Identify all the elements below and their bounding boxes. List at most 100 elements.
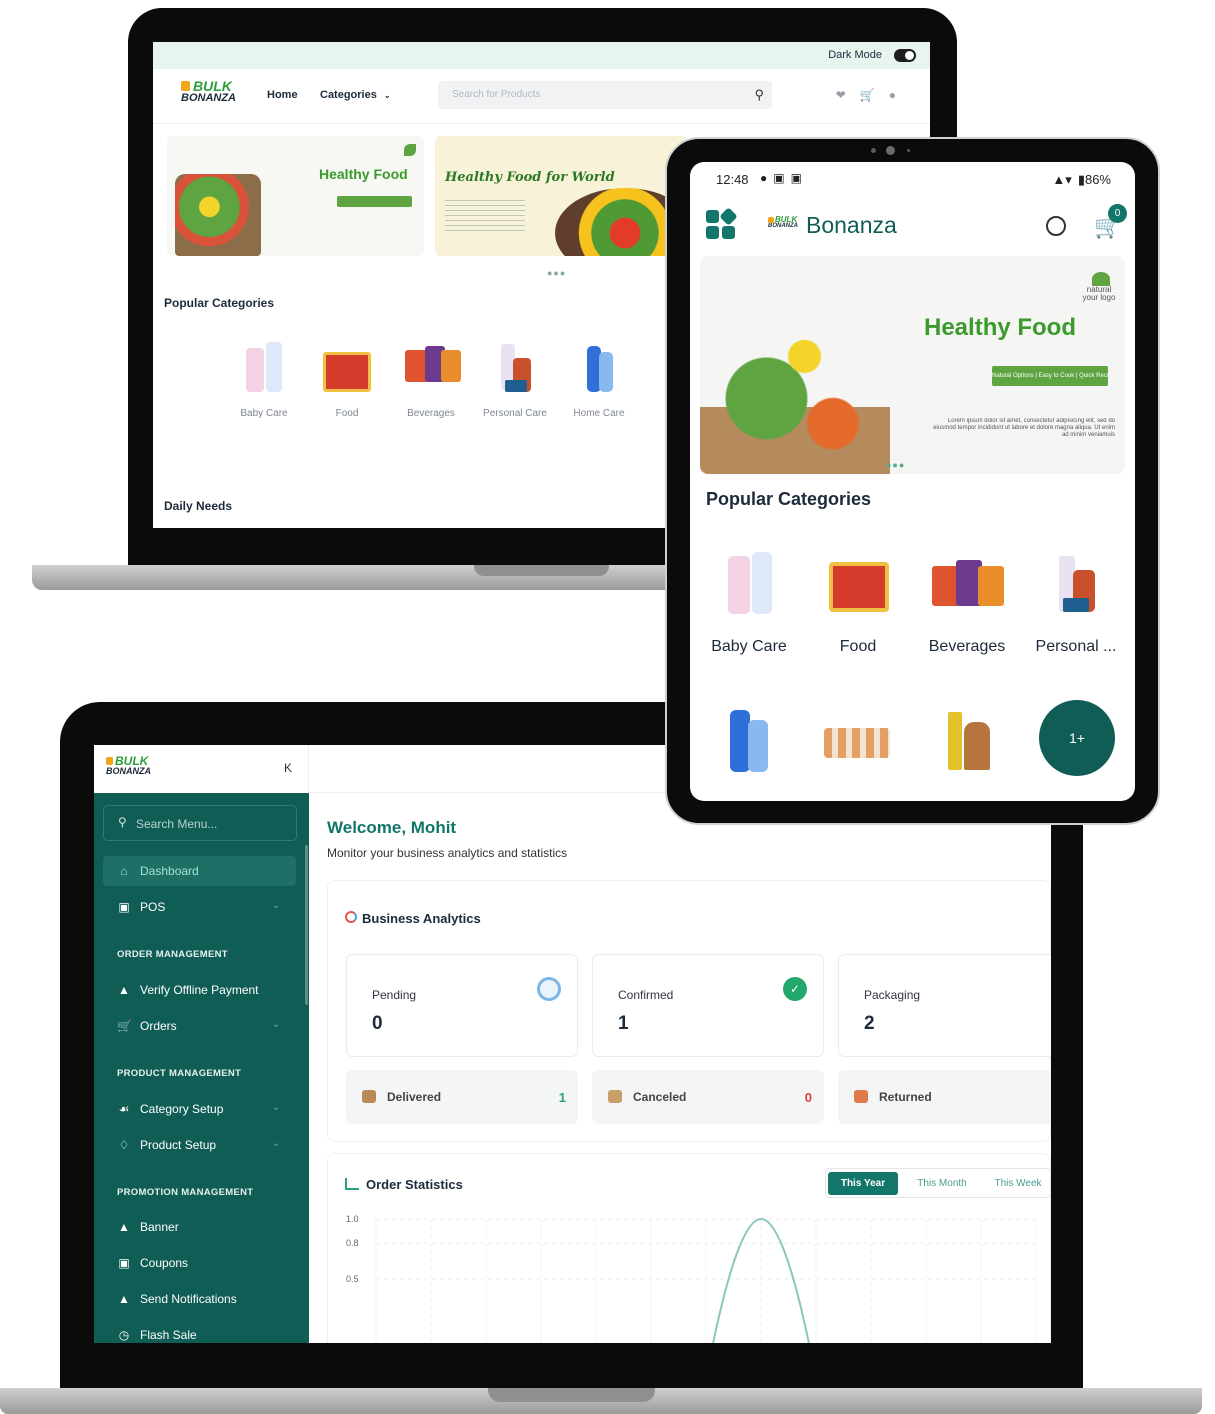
admin-dashboard-screen: BULK BONANZA K ⚲ Search Menu... ⌂ Dashbo… <box>94 745 1051 1343</box>
stat-card-returned[interactable]: Returned <box>838 1070 1051 1124</box>
wishlist-icon[interactable]: ❤ <box>836 88 860 102</box>
more-categories-button[interactable]: 1+ <box>1039 700 1115 776</box>
popular-categories-title: Popular Categories <box>164 296 275 310</box>
stat-label: Pending <box>372 988 417 1002</box>
storefront-topbar: Dark Mode <box>153 42 930 69</box>
product-search[interactable]: Search for Products ⚲ <box>438 81 772 109</box>
chevron-down-icon: ⌄ <box>271 1102 280 1113</box>
menu-search-placeholder: Search Menu... <box>136 817 218 831</box>
tab-this-week[interactable]: This Week <box>986 1172 1050 1195</box>
order-statistics-chart: 1.0 0.8 0.5 <box>346 1214 1037 1343</box>
range-selector: This Year This Month This Week <box>825 1168 1051 1198</box>
sidebar-item-coupons[interactable]: ▣ Coupons <box>103 1248 296 1278</box>
sidebar-item-banner[interactable]: ▲ Banner <box>103 1212 296 1242</box>
status-right: ▲▾ ▮86% <box>1052 172 1111 188</box>
stat-card-delivered[interactable]: Delivered 1 <box>346 1070 578 1124</box>
logo-bag-icon <box>181 81 190 91</box>
camera-dot <box>871 148 876 153</box>
sidebar-item-label: Product Setup <box>140 1138 217 1152</box>
nav-home[interactable]: Home <box>267 89 298 101</box>
nav-categories-label: Categories <box>320 89 377 101</box>
nav-categories[interactable]: Categories ⌄ <box>320 89 391 101</box>
sensor-dot <box>907 149 910 152</box>
beverages-image <box>403 342 461 396</box>
sidebar-item-send-notifications[interactable]: ▲ Send Notifications <box>103 1284 296 1314</box>
stat-card-confirmed[interactable]: Confirmed 1 ✓ <box>592 954 824 1057</box>
business-analytics-panel: Business Analytics Pending 0 Confirmed 1… <box>327 880 1051 1142</box>
menu-search-input[interactable]: ⚲ Search Menu... <box>103 805 297 841</box>
search-icon[interactable]: ⚲ <box>754 87 764 103</box>
search-icon[interactable] <box>1046 216 1066 236</box>
sidebar-item-verify-offline-payment[interactable]: ▲ Verify Offline Payment <box>103 975 296 1005</box>
category-home-care[interactable]: Home Care <box>563 342 635 419</box>
cart-icon: 🛒 <box>117 1019 132 1033</box>
category-baby-care[interactable]: Baby Care <box>228 342 300 419</box>
banner-title: Healthy Food <box>319 166 408 182</box>
banner-text-lines <box>445 200 525 234</box>
analytics-icon <box>345 911 357 923</box>
chevron-down-icon: ⌄ <box>271 900 280 911</box>
status-bar: 12:48 ●▣▣ ▲▾ ▮86% <box>690 162 1135 196</box>
beverages-image <box>932 552 1004 616</box>
category-food[interactable]: Food <box>808 552 908 656</box>
personal-care-image <box>487 342 543 396</box>
sidebar-item-label: Send Notifications <box>140 1292 237 1306</box>
stat-card-pending[interactable]: Pending 0 <box>346 954 578 1057</box>
sidebar-item-flash-sale[interactable]: ◷ Flash Sale <box>103 1320 296 1343</box>
stat-card-packaging[interactable]: Packaging 2 <box>838 954 1051 1057</box>
image-icon: ▲ <box>118 1220 130 1234</box>
home-care-image <box>571 342 627 396</box>
sidebar-item-pos[interactable]: ▣ POS ⌄ <box>103 892 296 922</box>
status-time: 12:48 <box>716 172 749 187</box>
diamond-icon: ♢ <box>118 1138 130 1152</box>
sidebar-item-orders[interactable]: 🛒 Orders ⌄ <box>103 1011 296 1041</box>
category-beverages[interactable]: Beverages <box>395 342 467 419</box>
category-disposables[interactable] <box>824 718 890 770</box>
bell-icon: ▲ <box>118 1292 130 1306</box>
category-personal-care[interactable]: Personal ... <box>1026 552 1126 656</box>
sidebar-item-dashboard[interactable]: ⌂ Dashboard <box>103 856 296 886</box>
notification-icons: ●▣▣ <box>760 171 808 185</box>
category-beverages[interactable]: Beverages <box>917 552 1017 656</box>
tab-this-month[interactable]: This Month <box>906 1172 978 1195</box>
chart-icon <box>345 1178 359 1190</box>
basket-icon: ▲ <box>118 983 130 997</box>
carousel-dots[interactable]: ●●● <box>886 460 905 470</box>
carousel-dots[interactable]: ●●● <box>547 268 566 278</box>
collapse-sidebar-icon[interactable]: K <box>284 761 292 775</box>
sidebar-item-label: Flash Sale <box>140 1328 197 1342</box>
mobile-banner[interactable]: natural your logo Healthy Food Natural O… <box>700 256 1125 474</box>
order-statistics-title: Order Statistics <box>366 1177 463 1192</box>
stat-card-canceled[interactable]: Canceled 0 <box>592 1070 824 1124</box>
sidebar-item-label: Orders <box>140 1019 177 1033</box>
category-baby-care[interactable]: Baby Care <box>699 552 799 656</box>
banner-healthy-food[interactable]: Healthy Food <box>167 136 424 256</box>
sidebar-item-label: Category Setup <box>140 1102 224 1116</box>
sidebar-item-category-setup[interactable]: ☙ Category Setup ⌄ <box>103 1094 296 1124</box>
category-home-care[interactable] <box>726 710 776 774</box>
category-pooja-needs[interactable] <box>946 712 996 772</box>
dark-mode-toggle[interactable] <box>894 49 916 62</box>
category-food[interactable]: Food <box>311 342 383 419</box>
app-logo: BULK BONANZA <box>768 216 798 229</box>
header-actions: ❤🛒● <box>836 88 910 102</box>
banner-title: Healthy Food for World <box>445 170 615 185</box>
categories-grid-icon[interactable] <box>706 207 738 240</box>
sidebar-scrollbar[interactable] <box>305 845 308 1005</box>
storefront-logo[interactable]: BULK BONANZA <box>181 79 236 104</box>
incense-image <box>948 712 962 770</box>
user-icon[interactable]: ● <box>889 88 910 102</box>
package-icon <box>608 1090 622 1103</box>
cart-icon[interactable]: 🛒 <box>860 88 889 102</box>
stat-value: 0 <box>372 1013 383 1034</box>
banner-healthy-food-world[interactable]: Healthy Food for World <box>435 136 687 256</box>
sidebar: BULK BONANZA K ⚲ Search Menu... ⌂ Dashbo… <box>94 745 309 1343</box>
category-personal-care[interactable]: Personal Care <box>479 342 551 419</box>
admin-logo[interactable]: BULK BONANZA <box>106 755 151 776</box>
tab-this-year[interactable]: This Year <box>828 1172 898 1195</box>
sidebar-item-product-setup[interactable]: ♢ Product Setup ⌄ <box>103 1130 296 1160</box>
stat-label: Packaging <box>864 988 921 1002</box>
chevron-down-icon: ⌄ <box>271 1138 280 1149</box>
section-heading-promotions: PROMOTION MANAGEMENT <box>117 1187 254 1198</box>
laptop-bottom-notch <box>488 1388 655 1402</box>
